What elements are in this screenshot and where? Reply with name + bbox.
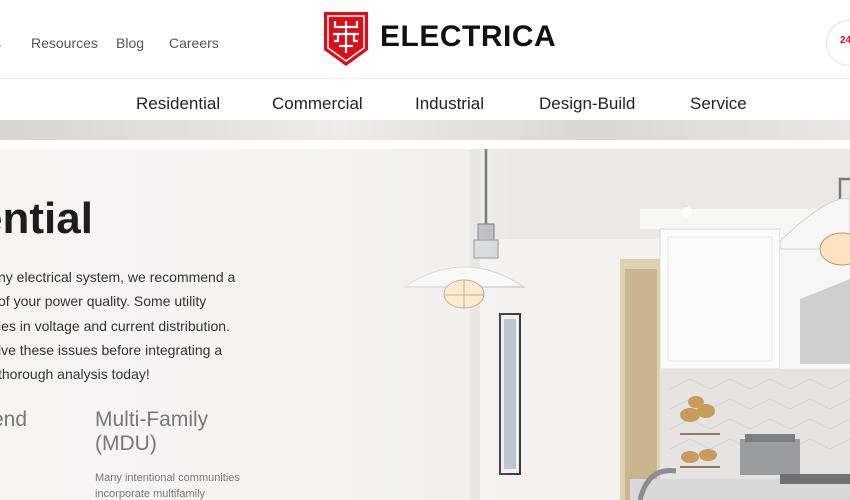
main-nav-service[interactable]: Service: [690, 94, 747, 114]
category-title-multi-family[interactable]: Multi-Family (MDU): [95, 408, 265, 456]
intro-line: lve these issues before integrating a: [0, 341, 223, 358]
brand-name[interactable]: ELECTRICA: [380, 20, 556, 54]
category-description: Many intentional communities incorporate…: [95, 472, 240, 500]
top-nav-link-services[interactable]: s: [0, 35, 1, 51]
page-title: ential: [0, 194, 93, 243]
top-nav-link-careers[interactable]: Careers: [169, 35, 219, 51]
badge-text: 24: [840, 35, 850, 46]
intro-line: of your power quality. Some utility: [0, 293, 207, 310]
intro-line: ny electrical system, we recommend a: [0, 269, 236, 285]
main-nav-commercial[interactable]: Commercial: [272, 94, 363, 114]
main-nav-residential[interactable]: Residential: [136, 94, 220, 114]
intro-line: ies in voltage and current distribution.: [0, 317, 230, 334]
image-strip: [0, 120, 850, 140]
section-divider: [0, 140, 850, 149]
electrica-logo-icon[interactable]: [322, 10, 370, 68]
top-nav-link-blog[interactable]: Blog: [116, 35, 144, 51]
main-nav: Residential Commercial Industrial Design…: [0, 79, 850, 120]
top-nav-link-resources[interactable]: Resources: [31, 35, 98, 51]
hero-section: ential ny electrical system, we recommen…: [0, 149, 850, 500]
main-nav-industrial[interactable]: Industrial: [415, 94, 484, 114]
intro-line: thorough analysis today!: [0, 366, 150, 383]
intro-paragraph: ny electrical system, we recommend a of …: [0, 265, 298, 386]
category-title[interactable]: end: [0, 408, 27, 432]
main-nav-design-build[interactable]: Design-Build: [539, 94, 635, 114]
support-24-badge[interactable]: 24: [826, 20, 850, 66]
top-bar: s Resources Blog Careers ELECTRICA 24: [0, 0, 850, 79]
